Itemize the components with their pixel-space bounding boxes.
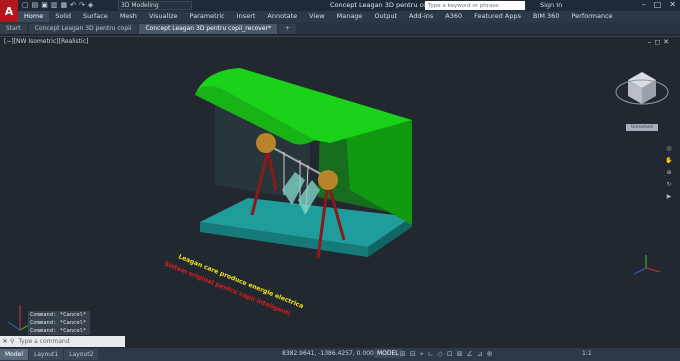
command-history: Command: *Cancel* Command: *Cancel* Comm… <box>28 311 90 335</box>
viewcube-icon[interactable] <box>615 72 669 105</box>
ucs-badge[interactable]: Unnamed <box>626 124 658 131</box>
fullnav-wheel-icon[interactable]: ◎ <box>666 145 671 152</box>
customize-icon[interactable]: ⚲ <box>10 338 14 345</box>
model-text-yellow: Leagan care produce energie electrica <box>177 253 304 310</box>
layout-tab[interactable]: Model <box>0 349 29 360</box>
layout-tab[interactable]: Layout1 <box>29 349 64 360</box>
command-line: Command: *Cancel* <box>30 328 87 334</box>
command-line: Command: *Cancel* <box>30 320 87 326</box>
zoom-icon[interactable]: ⊕ <box>666 169 671 176</box>
model-space-toggle[interactable]: MODEL <box>374 349 402 358</box>
showmotion-icon[interactable]: ▶ <box>667 193 672 200</box>
generator-sphere <box>318 170 338 190</box>
command-placeholder: Type a command <box>18 338 70 345</box>
command-line: Command: *Cancel* <box>30 312 87 318</box>
annotation-scale[interactable]: 1:1 <box>582 350 592 357</box>
model-text-red: Sistem original pentru copii inteligenti <box>163 260 291 317</box>
status-toggles[interactable]: ⊞⊟⌖∟◇⊡⊠∠⊿⊕ <box>400 350 497 359</box>
app-logo[interactable]: A <box>0 0 18 22</box>
generator-sphere <box>256 133 276 153</box>
axis-tripod-icon <box>633 255 661 275</box>
navigation-bar: ◎ ✋ ⊕ ↻ ▶ <box>664 145 674 200</box>
command-input[interactable]: ✕ ⚲ Type a command <box>0 336 125 347</box>
orbit-icon[interactable]: ↻ <box>666 181 671 188</box>
close-icon[interactable]: ✕ <box>0 338 10 345</box>
layout-tab[interactable]: Layout2 <box>64 349 99 360</box>
pan-icon[interactable]: ✋ <box>665 157 672 164</box>
coordinates-readout: 8382.9641, -1386.4257, 0.0000 <box>282 350 378 357</box>
swing-model: Leagan care produce energie electrica Si… <box>7 68 669 331</box>
